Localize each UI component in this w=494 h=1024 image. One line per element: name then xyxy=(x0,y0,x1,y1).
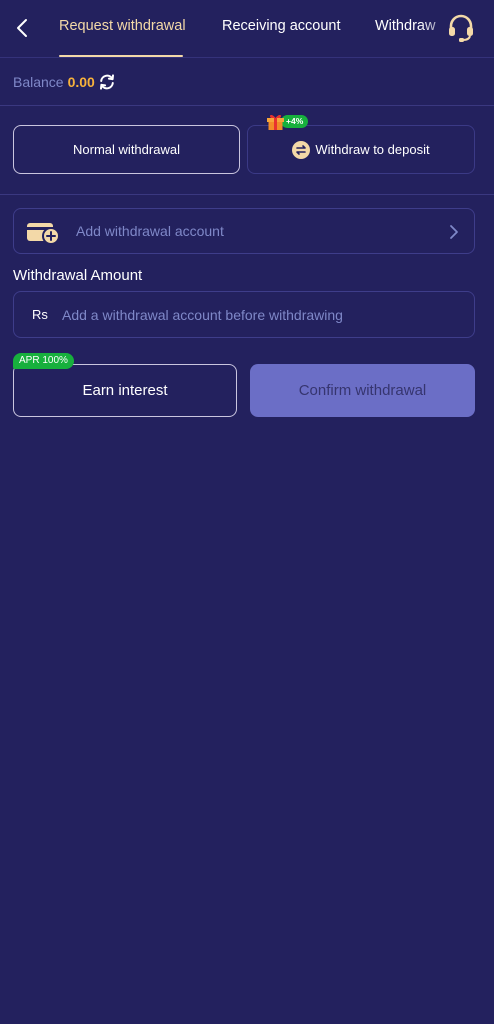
add-account-label: Add withdrawal account xyxy=(76,223,224,239)
gift-icon xyxy=(267,114,284,130)
withdraw-to-deposit-label: Withdraw to deposit xyxy=(315,142,430,157)
balance-row: Balance 0.00 xyxy=(13,72,116,92)
add-withdrawal-account-button[interactable]: Add withdrawal account xyxy=(13,208,475,254)
wallet-add-icon xyxy=(27,223,60,245)
tab-receiving-account[interactable]: Receiving account xyxy=(222,18,341,34)
apr-badge: APR 100% xyxy=(13,353,74,369)
divider xyxy=(0,194,494,195)
confirm-withdrawal-label: Confirm withdrawal xyxy=(298,382,427,399)
withdraw-page: Request withdrawal Receiving account Wit… xyxy=(0,0,494,1024)
balance-label: Balance xyxy=(13,74,64,90)
chevron-right-icon xyxy=(450,225,458,239)
normal-withdrawal-button[interactable]: Normal withdrawal xyxy=(13,125,240,174)
swap-icon xyxy=(292,140,311,159)
withdraw-to-deposit-button[interactable]: Withdraw to deposit xyxy=(247,125,475,174)
currency-symbol: Rs xyxy=(32,307,48,322)
withdrawal-amount-input[interactable] xyxy=(62,300,462,330)
normal-withdrawal-label: Normal withdrawal xyxy=(73,142,180,157)
earn-interest-label: Earn interest xyxy=(82,382,168,399)
withdrawal-amount-title: Withdrawal Amount xyxy=(13,267,143,284)
confirm-withdrawal-button[interactable]: Confirm withdrawal xyxy=(250,364,475,417)
tab-request-withdrawal[interactable]: Request withdrawal xyxy=(59,18,186,34)
top-nav-bar: Request withdrawal Receiving account Wit… xyxy=(0,0,494,58)
balance-value: 0.00 xyxy=(67,74,95,90)
refresh-icon[interactable] xyxy=(98,73,116,91)
back-arrow-icon[interactable] xyxy=(10,15,34,41)
amount-field: Rs xyxy=(13,291,475,338)
earn-interest-button[interactable]: Earn interest xyxy=(13,364,237,417)
headset-icon[interactable] xyxy=(446,13,476,43)
divider xyxy=(0,105,494,106)
active-tab-indicator xyxy=(59,55,183,57)
